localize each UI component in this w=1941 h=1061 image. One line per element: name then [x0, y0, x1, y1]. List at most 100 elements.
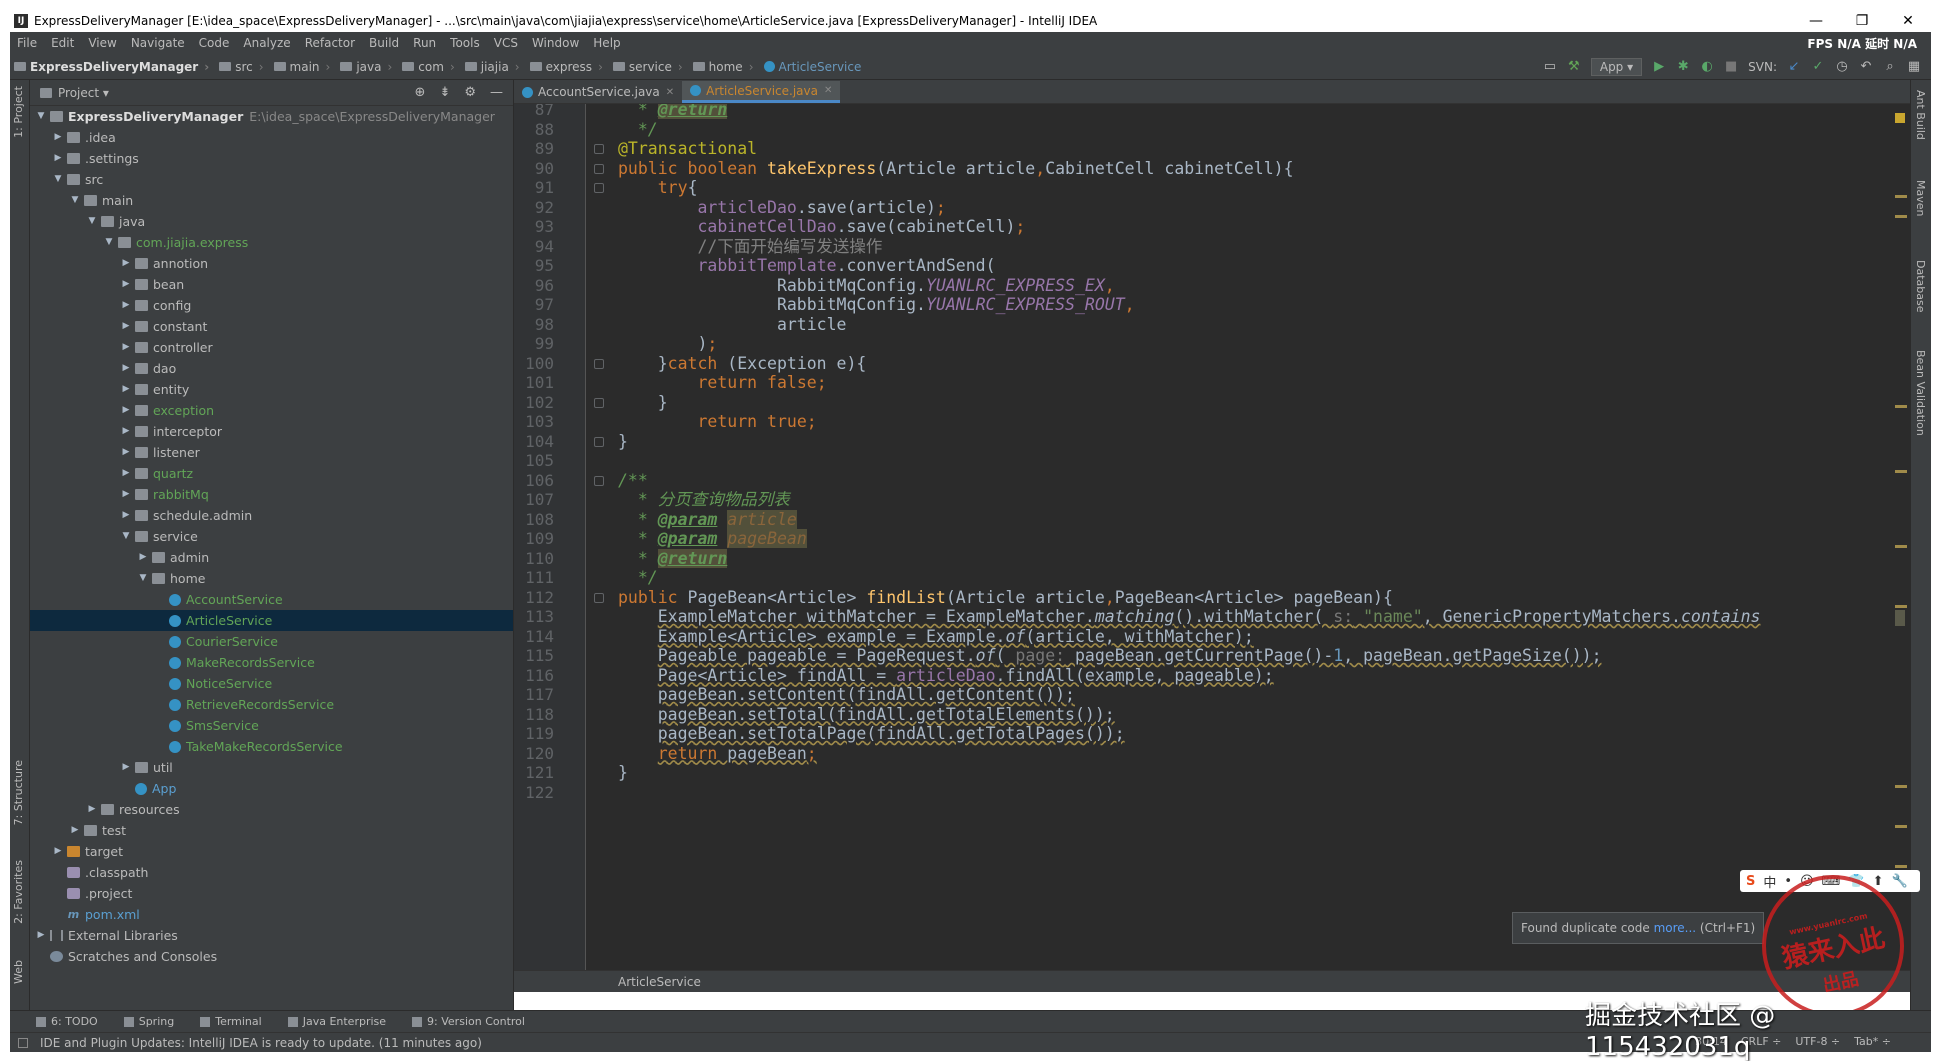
chevron-right-icon[interactable]: ▶ [119, 421, 133, 442]
fold-icon[interactable] [594, 397, 604, 408]
tree-node-admin[interactable]: ▶ admin [30, 547, 513, 568]
revert-icon[interactable]: ↶ [1859, 59, 1873, 74]
tree-node-entity[interactable]: ▶ entity [30, 379, 513, 400]
collapse-all-icon[interactable]: ⇟ [439, 85, 450, 100]
chevron-down-icon[interactable]: ▼ [85, 211, 99, 232]
run-configuration-select[interactable]: App ▾ [1590, 57, 1643, 76]
tree-node-accountservice[interactable]: AccountService [30, 589, 513, 610]
chevron-down-icon[interactable]: ▼ [102, 232, 116, 253]
build-hammer-icon[interactable]: ⚒ [1567, 59, 1581, 74]
chevron-right-icon[interactable]: ▶ [119, 316, 133, 337]
editor-breadcrumb[interactable]: ArticleService [514, 970, 1910, 992]
chevron-down-icon[interactable]: ▼ [119, 526, 133, 547]
sdk-icon[interactable]: ▦ [1907, 59, 1921, 74]
fold-icon[interactable] [594, 144, 604, 154]
fold-icon[interactable] [594, 358, 604, 369]
status-message[interactable]: IDE and Plugin Updates: IntelliJ IDEA is… [40, 1036, 482, 1050]
project-view-selector[interactable]: Project ▾ [58, 86, 109, 100]
chevron-right-icon[interactable]: ▶ [119, 274, 133, 295]
menu-code[interactable]: Code [192, 36, 237, 50]
ime-tool-icon[interactable]: 中 [1763, 872, 1776, 891]
chevron-right-icon[interactable]: ▶ [51, 127, 65, 148]
tree-node-idea[interactable]: ▶ .idea [30, 127, 513, 148]
tree-node-annotion[interactable]: ▶ annotion [30, 253, 513, 274]
tree-node-settings[interactable]: ▶ .settings [30, 148, 513, 169]
tree-node-quartz[interactable]: ▶ quartz [30, 463, 513, 484]
ime-tool-icon[interactable]: ⬆ [1873, 874, 1884, 889]
web-tool-tab[interactable]: Web [12, 960, 25, 984]
tree-node-pom-xml[interactable]: m pom.xml [30, 904, 513, 925]
tree-node-retrieverecordsservice[interactable]: RetrieveRecordsService [30, 694, 513, 715]
menu-window[interactable]: Window [525, 36, 586, 50]
gear-icon[interactable]: ⚙ [464, 85, 476, 100]
tool-window-java-enterprise[interactable]: Java Enterprise [287, 1015, 386, 1028]
tree-node-util[interactable]: ▶ util [30, 757, 513, 778]
tree-node-rabbitmq[interactable]: ▶ rabbitMq [30, 484, 513, 505]
tree-node-main[interactable]: ▼ main [30, 190, 513, 211]
hide-icon[interactable]: — [490, 85, 503, 100]
chevron-right-icon[interactable]: ▶ [51, 148, 65, 169]
breadcrumb-jiajia[interactable]: jiajia › [461, 60, 520, 74]
tool-window-6-todo[interactable]: 6: TODO [36, 1015, 98, 1028]
tree-node-constant[interactable]: ▶ constant [30, 316, 513, 337]
tree-node-courierservice[interactable]: CourierService [30, 631, 513, 652]
close-icon[interactable]: ✕ [666, 87, 674, 98]
breadcrumb-articleservice[interactable]: ArticleService [760, 60, 861, 74]
project-tool-tab[interactable]: 1: Project [12, 86, 25, 138]
tree-node-scratches-and-consoles[interactable]: Scratches and Consoles [30, 946, 513, 967]
structure-tool-tab[interactable]: 7: Structure [12, 760, 25, 825]
fold-icon[interactable] [594, 183, 604, 193]
tree-node-com-jiajia-express[interactable]: ▼ com.jiajia.express [30, 232, 513, 253]
chevron-down-icon[interactable]: ▼ [136, 568, 150, 589]
menu-tools[interactable]: Tools [443, 36, 487, 50]
chevron-right-icon[interactable]: ▶ [85, 799, 99, 820]
line-number[interactable]: 122 [514, 781, 554, 805]
tree-node-articleservice[interactable]: ArticleService [30, 610, 513, 631]
close-button[interactable]: ✕ [1885, 13, 1931, 29]
tree-node-target[interactable]: ▶ target [30, 841, 513, 862]
tree-node-controller[interactable]: ▶ controller [30, 337, 513, 358]
breadcrumb-express[interactable]: express › [526, 60, 603, 74]
code-line[interactable]: 122 [514, 781, 1910, 805]
chevron-right-icon[interactable]: ▶ [68, 820, 82, 841]
breadcrumb-java[interactable]: java › [336, 60, 392, 74]
tree-node-config[interactable]: ▶ config [30, 295, 513, 316]
favorites-tool-tab[interactable]: 2: Favorites [12, 860, 25, 924]
tree-node-dao[interactable]: ▶ dao [30, 358, 513, 379]
tree-node-src[interactable]: ▼ src [30, 169, 513, 190]
editor-tab-articleservice-java[interactable]: ArticleService.java ✕ [682, 81, 841, 103]
svn-commit-icon[interactable]: ✓ [1811, 59, 1825, 74]
ant-build-tool-tab[interactable]: Ant Build [1914, 90, 1927, 140]
menu-view[interactable]: View [81, 36, 123, 50]
breadcrumb-home[interactable]: home › [689, 60, 754, 74]
fold-icon[interactable] [594, 475, 604, 486]
breadcrumb-service[interactable]: service › [609, 60, 683, 74]
chevron-down-icon[interactable]: ▼ [68, 190, 82, 211]
menu-help[interactable]: Help [586, 36, 627, 50]
tree-node-makerecordsservice[interactable]: MakeRecordsService [30, 652, 513, 673]
maximize-button[interactable]: ❐ [1839, 13, 1885, 29]
chevron-right-icon[interactable]: ▶ [34, 925, 48, 946]
sogou-logo-icon[interactable]: S [1746, 874, 1755, 889]
fold-icon[interactable] [594, 163, 604, 174]
search-icon[interactable]: ⌕ [1883, 59, 1897, 74]
code-area[interactable]: 87 * @return 88 */89 @Transactional 90 publi… [514, 104, 1910, 970]
tree-node-interceptor[interactable]: ▶ interceptor [30, 421, 513, 442]
chevron-right-icon[interactable]: ▶ [119, 757, 133, 778]
tree-node-project[interactable]: .project [30, 883, 513, 904]
tree-node-external-libraries[interactable]: ▶ External Libraries [30, 925, 513, 946]
tree-node-classpath[interactable]: .classpath [30, 862, 513, 883]
maven-tool-tab[interactable]: Maven [1914, 180, 1927, 216]
chevron-right-icon[interactable]: ▶ [119, 295, 133, 316]
tree-node-exception[interactable]: ▶ exception [30, 400, 513, 421]
chevron-right-icon[interactable]: ▶ [119, 379, 133, 400]
ime-tool-icon[interactable]: 🔧 [1891, 874, 1907, 889]
menu-refactor[interactable]: Refactor [298, 36, 362, 50]
chevron-right-icon[interactable]: ▶ [119, 442, 133, 463]
chevron-right-icon[interactable]: ▶ [51, 841, 65, 862]
breadcrumb-com[interactable]: com › [398, 60, 455, 74]
database-tool-tab[interactable]: Database [1914, 260, 1927, 313]
chevron-down-icon[interactable]: ▼ [34, 106, 48, 127]
fold-icon[interactable] [594, 592, 604, 603]
menu-edit[interactable]: Edit [44, 36, 81, 50]
